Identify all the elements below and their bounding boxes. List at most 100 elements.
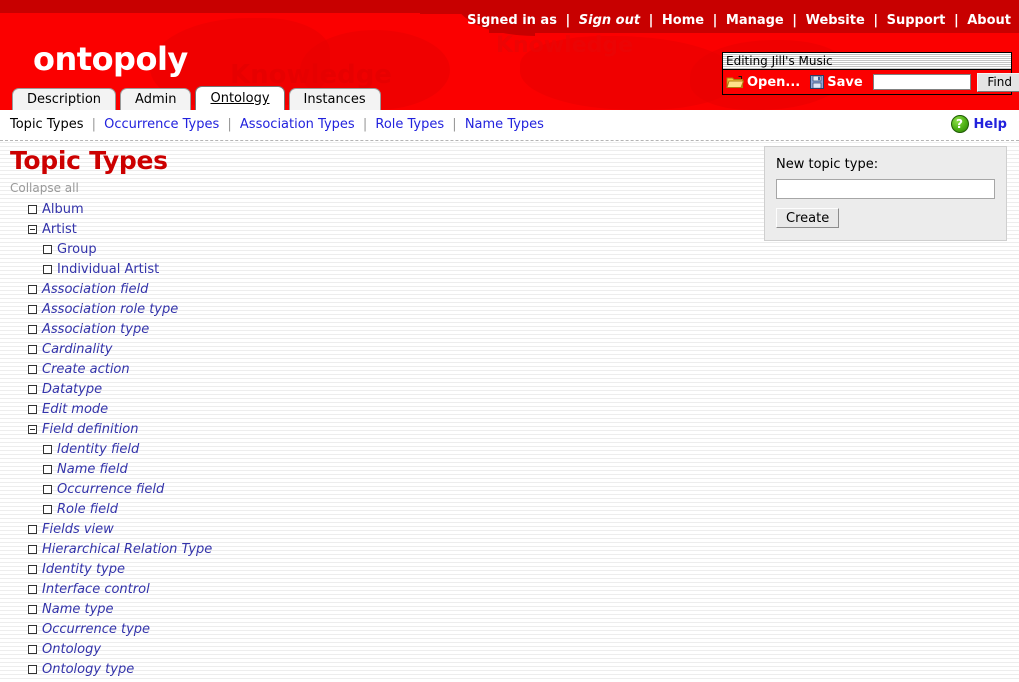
tree-item: Identity field: [0, 439, 740, 459]
expand-toggle-icon[interactable]: [43, 465, 52, 474]
nav-separator: |: [645, 13, 658, 28]
expand-toggle-icon[interactable]: [28, 305, 37, 314]
tree-item: Group: [0, 239, 740, 259]
subnav-separator: |: [448, 117, 460, 132]
tree-item-label[interactable]: Identity field: [57, 442, 139, 457]
open-button-label: Open...: [747, 75, 800, 90]
tree-item: Album: [0, 199, 740, 219]
tree-item-label[interactable]: Association type: [42, 322, 149, 337]
open-button[interactable]: Open...: [726, 75, 800, 90]
tree-item: Edit mode: [0, 399, 740, 419]
subnav-item-name-types[interactable]: Name Types: [465, 117, 544, 132]
expand-toggle-icon[interactable]: [28, 285, 37, 294]
tree-item-label[interactable]: Artist: [42, 222, 77, 237]
tree-item-label[interactable]: Create action: [42, 362, 130, 377]
tree-item-label[interactable]: Occurrence field: [57, 482, 164, 497]
expand-toggle-icon[interactable]: [43, 485, 52, 494]
collapse-all-link[interactable]: Collapse all: [10, 181, 79, 195]
help-label: Help: [974, 117, 1007, 132]
tree-item: Identity type: [0, 559, 740, 579]
nav-link-about[interactable]: About: [967, 13, 1011, 28]
create-button[interactable]: Create: [776, 208, 839, 228]
banner-watermark-text: Knowledge: [496, 33, 633, 58]
subnav-item-role-types[interactable]: Role Types: [375, 117, 444, 132]
tab-admin[interactable]: Admin: [120, 88, 191, 110]
tree-item-label[interactable]: Field definition: [42, 422, 138, 437]
expand-toggle-icon[interactable]: [28, 545, 37, 554]
collapse-toggle-icon[interactable]: [28, 425, 37, 434]
tab-ontology[interactable]: Ontology: [195, 86, 284, 110]
expand-toggle-icon[interactable]: [28, 625, 37, 634]
nav-separator: |: [788, 13, 801, 28]
expand-toggle-icon[interactable]: [28, 345, 37, 354]
tree-item-label[interactable]: Ontology: [42, 642, 101, 657]
tree-item: Artist: [0, 219, 740, 239]
tree-item-label[interactable]: Datatype: [42, 382, 102, 397]
expand-toggle-icon[interactable]: [28, 565, 37, 574]
collapse-toggle-icon[interactable]: [28, 225, 37, 234]
tree-item: Occurrence type: [0, 619, 740, 639]
editing-topicmap-title: Editing Jill's Music: [723, 53, 1011, 70]
tree-item-label[interactable]: Name field: [57, 462, 128, 477]
expand-toggle-icon[interactable]: [28, 645, 37, 654]
tree-item-label[interactable]: Interface control: [42, 582, 150, 597]
expand-toggle-icon[interactable]: [28, 605, 37, 614]
tree-item-label[interactable]: Association field: [42, 282, 148, 297]
expand-toggle-icon[interactable]: [28, 385, 37, 394]
expand-toggle-icon[interactable]: [28, 205, 37, 214]
tree-item: Occurrence field: [0, 479, 740, 499]
tree-item-label[interactable]: Edit mode: [42, 402, 108, 417]
tab-instances[interactable]: Instances: [289, 88, 381, 110]
nav-link-manage[interactable]: Manage: [726, 13, 784, 28]
tree-item: Field definition: [0, 419, 740, 439]
nav-link-support[interactable]: Support: [887, 13, 946, 28]
tree-item-label[interactable]: Cardinality: [42, 342, 112, 357]
subnav-separator: |: [359, 117, 371, 132]
nav-separator: |: [709, 13, 722, 28]
expand-toggle-icon[interactable]: [28, 585, 37, 594]
new-topic-type-panel: New topic type: Create: [764, 146, 1007, 241]
subnav-item-association-types[interactable]: Association Types: [240, 117, 355, 132]
tree-item: Individual Artist: [0, 259, 740, 279]
tree-item: Association type: [0, 319, 740, 339]
help-link[interactable]: ? Help: [951, 115, 1007, 133]
tab-description[interactable]: Description: [12, 88, 116, 110]
tree-item-label[interactable]: Hierarchical Relation Type: [42, 542, 212, 557]
tree-item-label[interactable]: Album: [42, 202, 84, 217]
expand-toggle-icon[interactable]: [28, 665, 37, 674]
tree-item-label[interactable]: Role field: [57, 502, 118, 517]
expand-toggle-icon[interactable]: [28, 525, 37, 534]
tree-item: Ontology: [0, 639, 740, 659]
question-mark-icon: ?: [951, 115, 969, 133]
page-title: Topic Types: [10, 146, 168, 175]
editing-toolbox: Editing Jill's Music Open...: [722, 52, 1012, 95]
new-topic-type-input[interactable]: [776, 179, 995, 199]
expand-toggle-icon[interactable]: [43, 505, 52, 514]
tree-item-label[interactable]: Individual Artist: [57, 262, 159, 277]
site-header: Knowledge Knowledge Signed in as | Sign …: [0, 0, 1019, 110]
search-input[interactable]: [873, 74, 971, 90]
tree-item-label[interactable]: Occurrence type: [42, 622, 150, 637]
tree-item-label[interactable]: Identity type: [42, 562, 125, 577]
tree-item-label[interactable]: Group: [57, 242, 97, 257]
tree-item-label[interactable]: Fields view: [42, 522, 114, 537]
save-button[interactable]: Save: [810, 75, 862, 90]
expand-toggle-icon[interactable]: [43, 245, 52, 254]
sign-out-link[interactable]: Sign out: [579, 13, 640, 28]
subnav-item-occurrence-types[interactable]: Occurrence Types: [104, 117, 219, 132]
tree-item-label[interactable]: Ontology type: [42, 662, 134, 677]
tree-item-label[interactable]: Association role type: [42, 302, 178, 317]
expand-toggle-icon[interactable]: [43, 445, 52, 454]
nav-link-home[interactable]: Home: [662, 13, 704, 28]
expand-toggle-icon[interactable]: [28, 405, 37, 414]
expand-toggle-icon[interactable]: [28, 365, 37, 374]
expand-toggle-icon[interactable]: [28, 325, 37, 334]
tree-item: Datatype: [0, 379, 740, 399]
tree-item: Create action: [0, 359, 740, 379]
nav-link-website[interactable]: Website: [806, 13, 865, 28]
subnav-item-topic-types[interactable]: Topic Types: [10, 117, 83, 132]
find-button[interactable]: Find: [977, 73, 1019, 92]
tree-item-label[interactable]: Name type: [42, 602, 114, 617]
tab-label: Admin: [135, 92, 176, 107]
expand-toggle-icon[interactable]: [43, 265, 52, 274]
